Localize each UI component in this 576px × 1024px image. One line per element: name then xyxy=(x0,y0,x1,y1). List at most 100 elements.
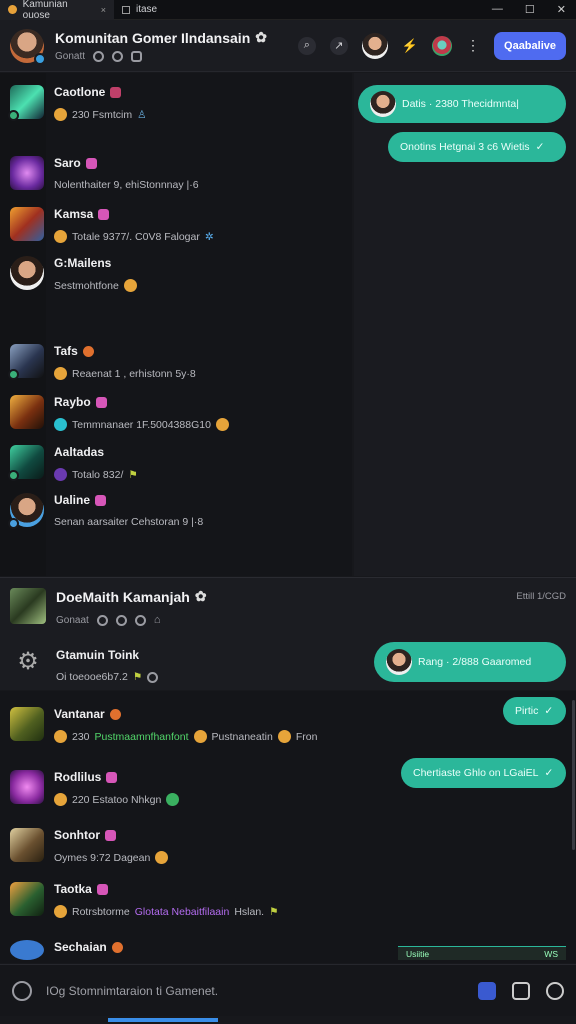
avatar xyxy=(10,156,44,190)
list-item[interactable]: G:Mailens Sestmohtfone xyxy=(0,256,352,292)
avatar xyxy=(10,256,44,290)
robot-icon: ♙ xyxy=(137,108,147,121)
message-text: Chertiaste Ghlo on LGaiEL xyxy=(413,767,539,779)
tab-label: Kamunian ouose xyxy=(22,0,68,21)
message-bubble[interactable]: Datis · 2380 Thecidmnta| xyxy=(358,85,566,123)
search-icon[interactable] xyxy=(546,981,564,1000)
bolt-icon[interactable]: ⚡ xyxy=(402,38,418,54)
timestamp: Ettill 1/CGD xyxy=(516,591,566,602)
message-text: Rang · 2/888 Gaaromed xyxy=(418,656,532,668)
item-name: Taotka xyxy=(54,882,92,896)
emoji-icon xyxy=(155,851,169,864)
home-icon[interactable]: ⌂ xyxy=(154,614,161,626)
clock-icon[interactable] xyxy=(134,614,146,626)
close-window-icon[interactable]: ✕ xyxy=(557,3,566,16)
list-item[interactable]: Caotlone 230 Fsmtcim ♙ xyxy=(0,85,352,121)
community-avatar[interactable] xyxy=(10,28,46,65)
info-icon[interactable] xyxy=(96,614,108,626)
item-name: Raybo xyxy=(54,395,91,409)
go-live-button[interactable]: Qaabalive xyxy=(494,31,566,60)
emoji-icon xyxy=(123,279,137,292)
user-avatar[interactable] xyxy=(361,32,388,59)
avatar xyxy=(10,882,44,916)
info-icon[interactable] xyxy=(93,51,105,62)
pin-icon[interactable] xyxy=(112,51,124,62)
message-input[interactable]: IOg Stomnimtaraion ti Gamenet. xyxy=(46,984,218,998)
avatar[interactable] xyxy=(10,588,46,624)
message-bubble[interactable]: Pirtic ✓ xyxy=(503,697,566,725)
list-item[interactable]: Sonhtor Oymes 9:72 Dagean xyxy=(0,828,576,864)
avatar xyxy=(10,940,44,960)
more-options-icon[interactable]: ⋮ xyxy=(466,37,480,54)
emoji-icon xyxy=(54,367,67,380)
list-item[interactable]: Vantanar 230 Pustmaamnfhanfont Pustnaneati… xyxy=(0,707,576,743)
check-icon: ✓ xyxy=(535,141,545,153)
gear-icon[interactable]: ⚙ xyxy=(14,648,42,676)
scrollbar[interactable] xyxy=(572,700,575,850)
media-icon[interactable] xyxy=(131,51,143,62)
message-composer: IOg Stomnimtaraion ti Gamenet. xyxy=(0,964,576,1016)
list-item[interactable]: Saro Nolenthaiter 9, ehiStonnnay |·6 xyxy=(0,156,352,191)
list-item[interactable]: Kamsa Totale 9377/. C0V8 Falogar ✲ xyxy=(0,207,352,243)
share-icon[interactable]: ↗ xyxy=(329,36,348,55)
item-preview: Oymes 9:72 Dagean xyxy=(54,851,151,864)
flag-icon: ⚑ xyxy=(269,905,279,918)
app-favicon-icon xyxy=(8,5,17,14)
avatar xyxy=(10,828,44,862)
tab-label: itase xyxy=(136,4,158,15)
message-bubble[interactable]: Chertiaste Ghlo on LGaiEL ✓ xyxy=(401,758,566,788)
page-icon xyxy=(122,5,130,14)
item-name: Sonhtor xyxy=(54,828,100,842)
item-preview: Rotrsbtorme xyxy=(72,905,130,918)
avatar xyxy=(10,707,44,741)
avatar xyxy=(8,493,44,529)
home-icon[interactable] xyxy=(478,981,496,1000)
search-icon[interactable]: ⌕ xyxy=(297,36,316,55)
item-preview: Totalo 832/ xyxy=(72,468,124,481)
list-item[interactable]: Tafs Reaenat 1 , erhistonn 5y·8 xyxy=(0,344,352,380)
browser-tab-active[interactable]: Kamunian ouose × xyxy=(0,0,114,21)
message-bubble[interactable]: Rang · 2/888 Gaaromed xyxy=(374,642,566,682)
pin-icon[interactable] xyxy=(115,614,127,626)
emoji-icon xyxy=(277,730,291,743)
item-preview-extra: Hslan. xyxy=(234,905,265,918)
item-name: Tafs xyxy=(54,344,78,358)
item-preview: Totale 9377/. C0V8 Falogar xyxy=(72,230,200,243)
tag-icon xyxy=(82,345,94,357)
item-preview: Reaenat 1 , erhistonn 5y·8 xyxy=(72,367,196,380)
list-item[interactable]: Ualine Senan aarsaiter Cehstoran 9 |·8 xyxy=(0,493,352,529)
subtitle-text: Gonatt xyxy=(55,51,86,62)
browser-tab[interactable]: itase xyxy=(114,0,165,20)
sender-avatar xyxy=(370,91,396,117)
item-name: Kamsa xyxy=(54,207,94,221)
item-preview: 220 Estatoo Nhkgn xyxy=(72,793,162,806)
chat-subtitle: Gonaat ⌂ xyxy=(56,614,207,626)
attach-icon[interactable] xyxy=(12,980,32,1001)
tab-close-icon[interactable]: × xyxy=(101,5,106,15)
message-text: Datis · 2380 Thecidmnta| xyxy=(402,98,519,110)
item-preview-extra: Pustnaneatin xyxy=(211,730,273,743)
message-text: Pirtic xyxy=(515,705,539,717)
media-icon[interactable] xyxy=(512,981,530,1000)
item-preview: Temmnanaer 1F.5004388G10 xyxy=(72,418,211,431)
item-name: Vantanar xyxy=(54,707,105,721)
list-item[interactable]: Raybo Temmnanaer 1F.5004388G10 xyxy=(0,395,352,431)
chat-title: DoeMaith Kamanjah ✿ xyxy=(56,588,207,605)
item-name: Ualine xyxy=(54,493,91,507)
maximize-icon[interactable]: ☐ xyxy=(525,3,535,16)
emoji-icon xyxy=(54,730,67,743)
conversation-list-bottom: Vantanar 230 Pustmaamnfhanfont Pustnaneati… xyxy=(0,691,576,963)
subtitle-text: Gonaat xyxy=(56,614,89,626)
highlighted-text: Glotata Nebaitfilaain xyxy=(134,905,230,918)
tag-icon xyxy=(105,829,116,841)
list-item[interactable]: Aaltadas Totalo 832/ ⚑ xyxy=(0,445,352,481)
message-bubble[interactable]: Onotins Hetgnai 3 c6 Wietis ✓ xyxy=(388,132,566,162)
list-item[interactable]: Taotka Rotrsbtorme Glotata Nebaitfilaain H… xyxy=(0,882,576,918)
item-name: G:Mailens xyxy=(54,256,112,270)
minimize-icon[interactable]: — xyxy=(492,3,503,16)
item-name: Saro xyxy=(54,156,81,170)
emoji-icon xyxy=(54,108,67,121)
item-preview: 230 xyxy=(72,730,90,743)
member-avatar[interactable] xyxy=(432,35,453,56)
window-controls: — ☐ ✕ xyxy=(492,3,576,16)
